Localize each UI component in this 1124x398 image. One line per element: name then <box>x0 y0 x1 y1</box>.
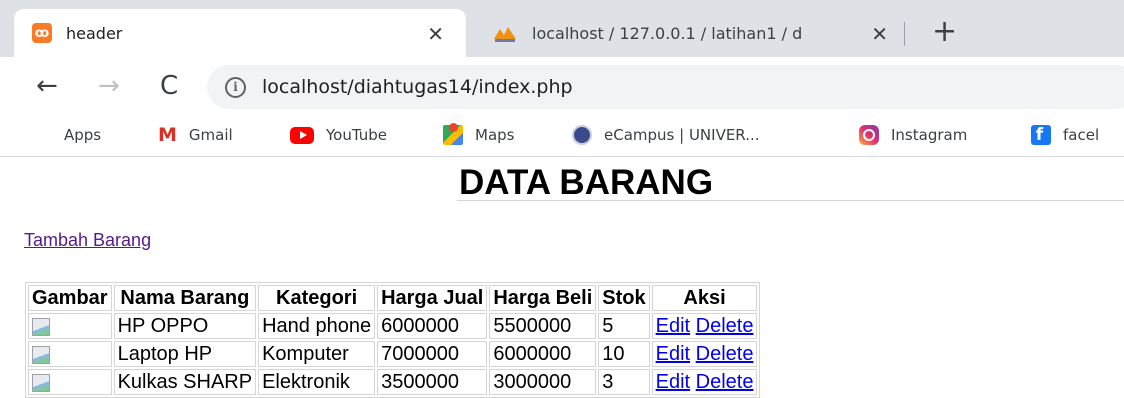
maps-icon <box>443 123 463 145</box>
action-cell: Edit Delete <box>651 341 758 367</box>
broken-image-icon <box>32 317 50 336</box>
delete-link[interactable]: Delete <box>696 343 754 365</box>
info-icon[interactable]: i <box>225 76 246 98</box>
url-text[interactable]: localhost/diahtugas14/index.php <box>262 76 573 98</box>
bookmark-label: Instagram <box>891 126 968 144</box>
action-cell: Edit Delete <box>651 313 758 339</box>
item-stock: 5 <box>598 313 650 339</box>
column-header: Harga Beli <box>489 285 597 311</box>
image-cell <box>28 369 112 395</box>
item-category: Komputer <box>258 341 376 367</box>
item-category: Elektronik <box>258 369 376 395</box>
bookmark-instagram[interactable]: Instagram <box>859 123 967 147</box>
item-buy-price: 5500000 <box>489 313 597 339</box>
address-bar[interactable]: i localhost/diahtugas14/index.php <box>207 65 1124 109</box>
gmail-icon: M <box>158 124 177 146</box>
bookmarks-bar: Apps M Gmail YouTube Maps eCampus | UNIV… <box>0 115 1124 157</box>
image-cell <box>28 341 112 367</box>
item-name: HP OPPO <box>113 313 257 339</box>
close-tab-icon[interactable]: ✕ <box>871 22 888 46</box>
column-header: Harga Jual <box>377 285 488 311</box>
xampp-icon: ꝏ <box>32 23 52 43</box>
bookmark-ecampus[interactable]: eCampus | UNIVER... <box>572 123 760 147</box>
column-header: Gambar <box>28 285 112 311</box>
item-category: Hand phone <box>258 313 376 339</box>
item-sell-price: 3500000 <box>377 369 488 395</box>
column-header: Nama Barang <box>113 285 257 311</box>
bookmark-youtube[interactable]: YouTube <box>290 123 387 147</box>
phpmyadmin-icon <box>492 23 518 43</box>
bookmark-gmail[interactable]: M Gmail <box>158 123 233 147</box>
image-cell <box>28 313 112 339</box>
table-row: Kulkas SHARP Elektronik 3500000 3000000 … <box>28 369 758 395</box>
table-row: HP OPPO Hand phone 6000000 5500000 5 Edi… <box>28 313 758 339</box>
item-buy-price: 3000000 <box>489 369 597 395</box>
bookmark-label: Gmail <box>188 126 233 144</box>
item-name: Kulkas SHARP <box>113 369 257 395</box>
column-header: Stok <box>598 285 650 311</box>
broken-image-icon <box>32 345 50 364</box>
edit-link[interactable]: Edit <box>656 315 690 337</box>
bookmark-label: YouTube <box>326 126 387 144</box>
table-row: Laptop HP Komputer 7000000 6000000 10 Ed… <box>28 341 758 367</box>
items-table: Gambar Nama Barang Kategori Harga Jual H… <box>25 282 761 398</box>
broken-image-icon <box>32 373 50 392</box>
bookmark-maps[interactable]: Maps <box>443 123 514 147</box>
forward-button[interactable]: → <box>98 71 120 101</box>
browser-toolbar: ← → C i localhost/diahtugas14/index.php <box>0 57 1124 115</box>
tab-title: localhost / 127.0.0.1 / latihan1 / d <box>532 23 803 43</box>
column-header: Kategori <box>258 285 376 311</box>
add-item-link[interactable]: Tambah Barang <box>24 230 151 251</box>
tab-strip: ꝏ header ✕ localhost / 127.0.0.1 / latih… <box>0 0 1124 57</box>
facebook-icon: f <box>1031 125 1051 145</box>
edit-link[interactable]: Edit <box>656 371 690 393</box>
item-name: Laptop HP <box>113 341 257 367</box>
item-buy-price: 6000000 <box>489 341 597 367</box>
column-header: Aksi <box>651 285 758 311</box>
delete-link[interactable]: Delete <box>696 371 754 393</box>
tab-divider <box>904 22 905 46</box>
item-stock: 10 <box>598 341 650 367</box>
youtube-icon <box>290 126 314 144</box>
bookmark-label: eCampus | UNIVER... <box>604 126 760 144</box>
page-title: DATA BARANG <box>457 165 1124 201</box>
bookmark-label: facel <box>1063 126 1100 144</box>
bookmark-label: Apps <box>64 126 102 144</box>
delete-link[interactable]: Delete <box>696 315 754 337</box>
back-button[interactable]: ← <box>36 71 58 101</box>
page-content: DATA BARANG Tambah Barang Gambar Nama Ba… <box>0 157 1124 398</box>
item-sell-price: 6000000 <box>377 313 488 339</box>
action-cell: Edit Delete <box>651 369 758 395</box>
apps-grid-icon <box>36 127 52 143</box>
reload-button[interactable]: C <box>160 71 178 101</box>
bookmark-facebook[interactable]: f facel <box>1031 123 1099 147</box>
edit-link[interactable]: Edit <box>656 343 690 365</box>
bookmark-label: Maps <box>475 126 515 144</box>
tab-title: header <box>66 23 123 43</box>
close-tab-icon[interactable]: ✕ <box>427 22 444 46</box>
item-sell-price: 7000000 <box>377 341 488 367</box>
ecampus-icon <box>572 125 592 145</box>
tab-phpmyadmin[interactable]: localhost / 127.0.0.1 / latihan1 / d ✕ <box>470 9 910 57</box>
item-stock: 3 <box>598 369 650 395</box>
instagram-icon <box>859 125 879 145</box>
bookmark-apps[interactable]: Apps <box>36 123 101 147</box>
tab-header[interactable]: ꝏ header ✕ <box>14 9 466 57</box>
new-tab-button[interactable]: + <box>932 14 957 49</box>
table-header-row: Gambar Nama Barang Kategori Harga Jual H… <box>28 285 758 311</box>
